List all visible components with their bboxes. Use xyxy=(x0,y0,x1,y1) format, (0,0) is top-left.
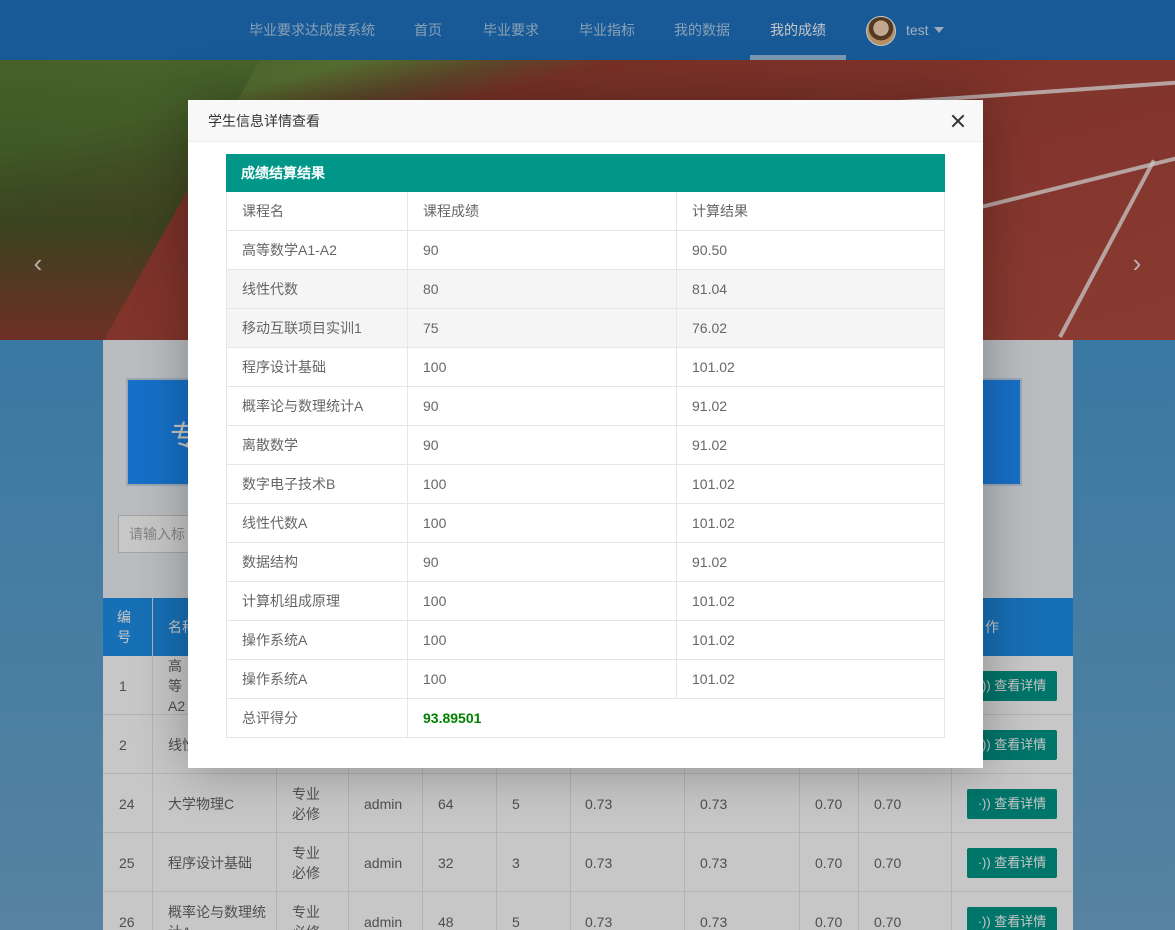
course-name: 计算机组成原理 xyxy=(227,582,408,620)
section-title: 成绩结算结果 xyxy=(226,154,945,192)
table-row: 移动互联项目实训1 75 76.02 xyxy=(226,309,945,348)
column-header-result: 计算结果 xyxy=(692,203,748,219)
table-row: 高等数学A1-A2 90 90.50 xyxy=(226,231,945,270)
course-score: 90 xyxy=(408,231,677,269)
course-score: 100 xyxy=(408,621,677,659)
table-row: 数字电子技术B 100 101.02 xyxy=(226,465,945,504)
course-name: 程序设计基础 xyxy=(227,348,408,386)
course-name: 数据结构 xyxy=(227,543,408,581)
course-name: 线性代数A xyxy=(227,504,408,542)
student-detail-modal: 学生信息详情查看 成绩结算结果 课程名 课程成绩 计算结果 高等数学A1-A2 … xyxy=(188,100,983,768)
course-name: 数字电子技术B xyxy=(227,465,408,503)
table-row: 操作系统A 100 101.02 xyxy=(226,660,945,699)
course-name: 移动互联项目实训1 xyxy=(227,309,408,347)
column-header-course: 课程名 xyxy=(227,192,408,230)
table-row: 离散数学 90 91.02 xyxy=(226,426,945,465)
course-score: 100 xyxy=(408,582,677,620)
course-result: 76.02 xyxy=(692,320,728,336)
course-result: 101.02 xyxy=(692,359,735,375)
course-score: 100 xyxy=(408,465,677,503)
course-name: 线性代数 xyxy=(227,270,408,308)
table-row: 操作系统A 100 101.02 xyxy=(226,621,945,660)
table-row: 概率论与数理统计A 90 91.02 xyxy=(226,387,945,426)
table-row: 线性代数 80 81.04 xyxy=(226,270,945,309)
course-result: 101.02 xyxy=(692,476,735,492)
total-row: 总评得分 93.89501 xyxy=(226,699,945,738)
total-score: 93.89501 xyxy=(423,710,482,726)
course-name: 操作系统A xyxy=(227,660,408,698)
course-name: 离散数学 xyxy=(227,426,408,464)
course-name: 高等数学A1-A2 xyxy=(227,231,408,269)
course-name: 概率论与数理统计A xyxy=(227,387,408,425)
course-result: 101.02 xyxy=(692,632,735,648)
course-result: 101.02 xyxy=(692,671,735,687)
total-label: 总评得分 xyxy=(227,699,408,737)
course-score: 75 xyxy=(408,309,677,347)
course-result: 101.02 xyxy=(692,593,735,609)
column-header-score: 课程成绩 xyxy=(408,192,677,230)
modal-title: 学生信息详情查看 xyxy=(208,113,320,129)
course-result: 101.02 xyxy=(692,515,735,531)
course-score: 100 xyxy=(408,504,677,542)
course-score: 100 xyxy=(408,348,677,386)
course-result: 91.02 xyxy=(692,398,728,414)
table-row: 计算机组成原理 100 101.02 xyxy=(226,582,945,621)
course-result: 81.04 xyxy=(692,281,728,297)
table-row: 数据结构 90 91.02 xyxy=(226,543,945,582)
course-result: 91.02 xyxy=(692,554,728,570)
close-icon[interactable] xyxy=(948,111,968,131)
course-score: 100 xyxy=(408,660,677,698)
course-score: 90 xyxy=(408,426,677,464)
course-score: 90 xyxy=(408,543,677,581)
table-header-row: 课程名 课程成绩 计算结果 xyxy=(226,192,945,231)
course-name: 操作系统A xyxy=(227,621,408,659)
modal-header: 学生信息详情查看 xyxy=(188,100,983,142)
course-score: 90 xyxy=(408,387,677,425)
course-result: 90.50 xyxy=(692,242,728,258)
table-row: 线性代数A 100 101.02 xyxy=(226,504,945,543)
course-result: 91.02 xyxy=(692,437,728,453)
course-score: 80 xyxy=(408,270,677,308)
table-row: 程序设计基础 100 101.02 xyxy=(226,348,945,387)
